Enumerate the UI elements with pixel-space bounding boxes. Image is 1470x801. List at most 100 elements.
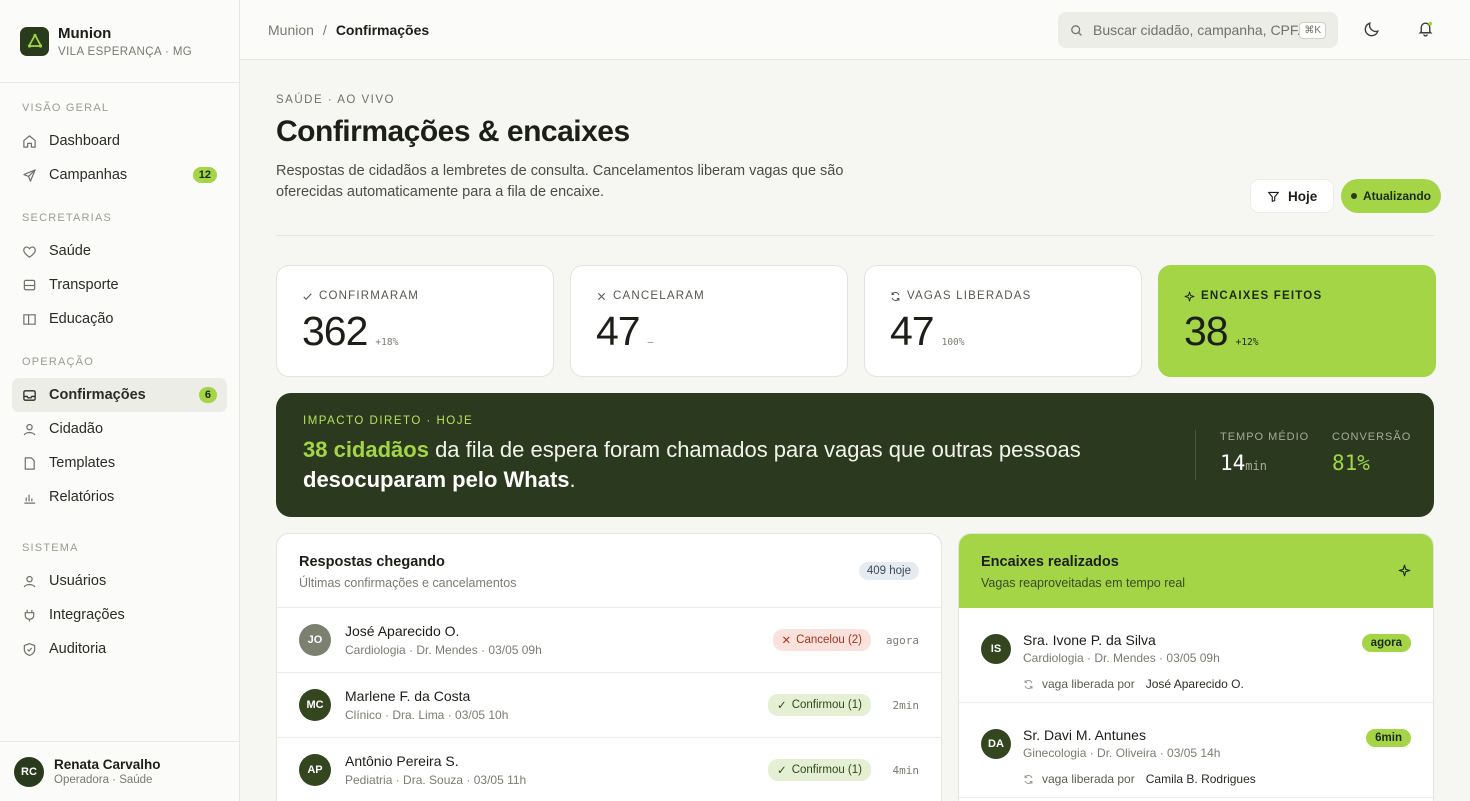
metric-label: CONVERSÃO <box>1332 431 1412 443</box>
sidebar-item-label: Campanhas <box>49 167 128 183</box>
check-icon <box>302 291 313 302</box>
status-label: Confirmou (1) <box>791 764 862 776</box>
stat-value: 362 <box>302 308 368 354</box>
status-label: Confirmou (1) <box>791 699 862 711</box>
sidebar: Munion VILA ESPERANÇA · MG VISÃO GERAL D… <box>0 0 240 801</box>
sidebar-item-label: Educação <box>49 311 114 327</box>
encaixes-panel: Encaixes realizados Vagas reaproveitadas… <box>958 533 1434 801</box>
stat-card-encaixes-feitos: ENCAIXES FEITOS 38 +12% <box>1158 265 1436 377</box>
panel-title: Encaixes realizados <box>981 554 1119 570</box>
sidebar-item-campanhas[interactable]: Campanhas 12 <box>12 158 227 192</box>
sidebar-item-usuarios[interactable]: Usuários <box>12 564 227 598</box>
sidebar-item-relatorios[interactable]: Relatórios <box>12 480 227 514</box>
breadcrumb-separator: / <box>322 21 327 38</box>
date-filter-button[interactable]: Hoje <box>1250 179 1335 213</box>
stat-delta: — <box>647 337 654 348</box>
sidebar-item-auditoria[interactable]: Auditoria <box>12 632 227 666</box>
sparkle-icon <box>1398 564 1411 577</box>
stat-delta: 100% <box>941 337 965 348</box>
bell-icon[interactable] <box>1417 20 1435 38</box>
nav-section-title: OPERAÇÃO <box>22 356 94 368</box>
list-item[interactable]: JO José Aparecido O. Cardiologia · Dr. Me… <box>277 608 941 673</box>
stat-label: VAGAS LIBERADAS <box>907 290 1032 302</box>
search-box[interactable]: ⌘K <box>1058 12 1338 48</box>
list-item[interactable]: DA Sr. Davi M. Antunes Ginecologia · Dr.… <box>959 703 1433 798</box>
list-item[interactable]: IS Sra. Ivone P. da Silva Cardiologia · … <box>959 608 1433 703</box>
sidebar-item-label: Saúde <box>49 243 91 259</box>
stat-value: 38 <box>1184 308 1229 354</box>
send-icon <box>22 168 37 183</box>
breadcrumb-root[interactable]: Munion <box>268 22 314 38</box>
time-badge: 6min <box>1366 729 1411 747</box>
sidebar-item-dashboard[interactable]: Dashboard <box>12 124 227 158</box>
sidebar-item-educacao[interactable]: Educação <box>12 302 227 336</box>
nav-section-title: SECRETARIAS <box>22 212 113 224</box>
brand-name: Munion <box>58 24 112 42</box>
count-badge: 409 hoje <box>858 562 919 580</box>
avatar: RC <box>14 756 44 787</box>
heart-icon <box>22 244 37 259</box>
appointment-meta: Ginecologia · Dr. Oliveira · 03/05 14h <box>1023 746 1221 760</box>
shield-icon <box>22 642 37 657</box>
home-icon <box>22 134 37 149</box>
check-icon: ✓ <box>777 700 787 712</box>
status-badge: ✕ Cancelou (2) <box>772 629 871 651</box>
time-badge: agora <box>1361 634 1411 652</box>
user-profile[interactable]: RC Renata Carvalho Operadora · Saúde <box>0 741 239 801</box>
divider <box>276 235 1434 236</box>
panel-subtitle: Vagas reaproveitadas em tempo real <box>981 576 1186 590</box>
impact-banner: IMPACTO DIRETO · HOJE 38 cidadãos da fil… <box>276 393 1434 517</box>
user-icon <box>22 574 37 589</box>
sidebar-item-label: Dashboard <box>49 133 120 149</box>
search-input[interactable] <box>1093 22 1300 38</box>
nav-section-overview: VISÃO GERAL Dashboard Campanhas 12 <box>0 102 239 192</box>
impact-end: . <box>569 467 576 492</box>
via-label: vaga liberada por <box>1042 677 1135 691</box>
timestamp: agora <box>885 633 919 647</box>
avatar: DA <box>981 729 1011 759</box>
page-eyebrow: SAÚDE · AO VIVO <box>276 94 395 106</box>
user-role: Operadora · Saúde <box>54 774 153 786</box>
avatar: MC <box>299 689 331 721</box>
list-item[interactable]: AP Antônio Pereira S. Pediatria · Dra. So… <box>277 738 941 801</box>
sidebar-item-cidadao[interactable]: Cidadão <box>12 412 227 446</box>
sidebar-item-label: Auditoria <box>49 641 107 657</box>
sidebar-item-confirmacoes[interactable]: Confirmações 6 <box>12 378 227 412</box>
sidebar-item-templates[interactable]: Templates <box>12 446 227 480</box>
timestamp: 4min <box>892 763 920 777</box>
metric-value: 81% <box>1332 451 1370 475</box>
stat-card-confirmaram: CONFIRMARAM 362 +18% <box>276 265 554 377</box>
count-badge: 6 <box>198 387 217 403</box>
live-dot <box>1351 193 1357 199</box>
status-badge: ✓ Confirmou (1) <box>768 694 871 716</box>
sidebar-item-label: Relatórios <box>49 489 115 505</box>
plug-icon <box>22 608 37 623</box>
sidebar-item-saude[interactable]: Saúde <box>12 234 227 268</box>
sidebar-item-label: Usuários <box>49 573 107 589</box>
avatar: AP <box>299 754 331 786</box>
count-badge: 12 <box>192 167 217 183</box>
main-content: Munion / Confirmações ⌘K SAÚDE · AO VIVO C… <box>240 0 1470 801</box>
stat-delta: +18% <box>375 337 399 348</box>
sidebar-item-transporte[interactable]: Transporte <box>12 268 227 302</box>
bus-icon <box>22 278 37 293</box>
impact-statement: 38 cidadãos da fila de espera foram cham… <box>303 435 1123 495</box>
appointment-meta: Cardiologia · Dr. Mendes · 03/05 09h <box>345 643 542 657</box>
metric-label: TEMPO MÉDIO <box>1220 431 1310 443</box>
sidebar-item-label: Confirmações <box>49 387 146 403</box>
impact-bold: desocuparam pelo Whats <box>303 467 570 492</box>
stat-card-cancelaram: CANCELARAM 47 — <box>570 265 848 377</box>
metric-value: 14 <box>1220 451 1246 475</box>
moon-icon[interactable] <box>1364 20 1382 38</box>
sidebar-item-integracoes[interactable]: Integrações <box>12 598 227 632</box>
status-label: Cancelou (2) <box>796 634 862 646</box>
citizen-name: Sr. Davi M. Antunes <box>1023 727 1146 743</box>
citizen-name: Marlene F. da Costa <box>345 688 471 704</box>
stat-delta: +12% <box>1235 337 1259 348</box>
list-item[interactable]: MC Marlene F. da Costa Clínico · Dra. Lim… <box>277 673 941 738</box>
file-icon <box>22 456 37 471</box>
impact-highlight: 38 cidadãos <box>303 437 429 462</box>
page-title: Confirmações & encaixes <box>276 115 630 148</box>
responses-panel: Respostas chegando Últimas confirmações … <box>276 533 942 801</box>
nav-section-operacao: OPERAÇÃO Confirmações 6 Cidadão Template… <box>0 356 239 514</box>
